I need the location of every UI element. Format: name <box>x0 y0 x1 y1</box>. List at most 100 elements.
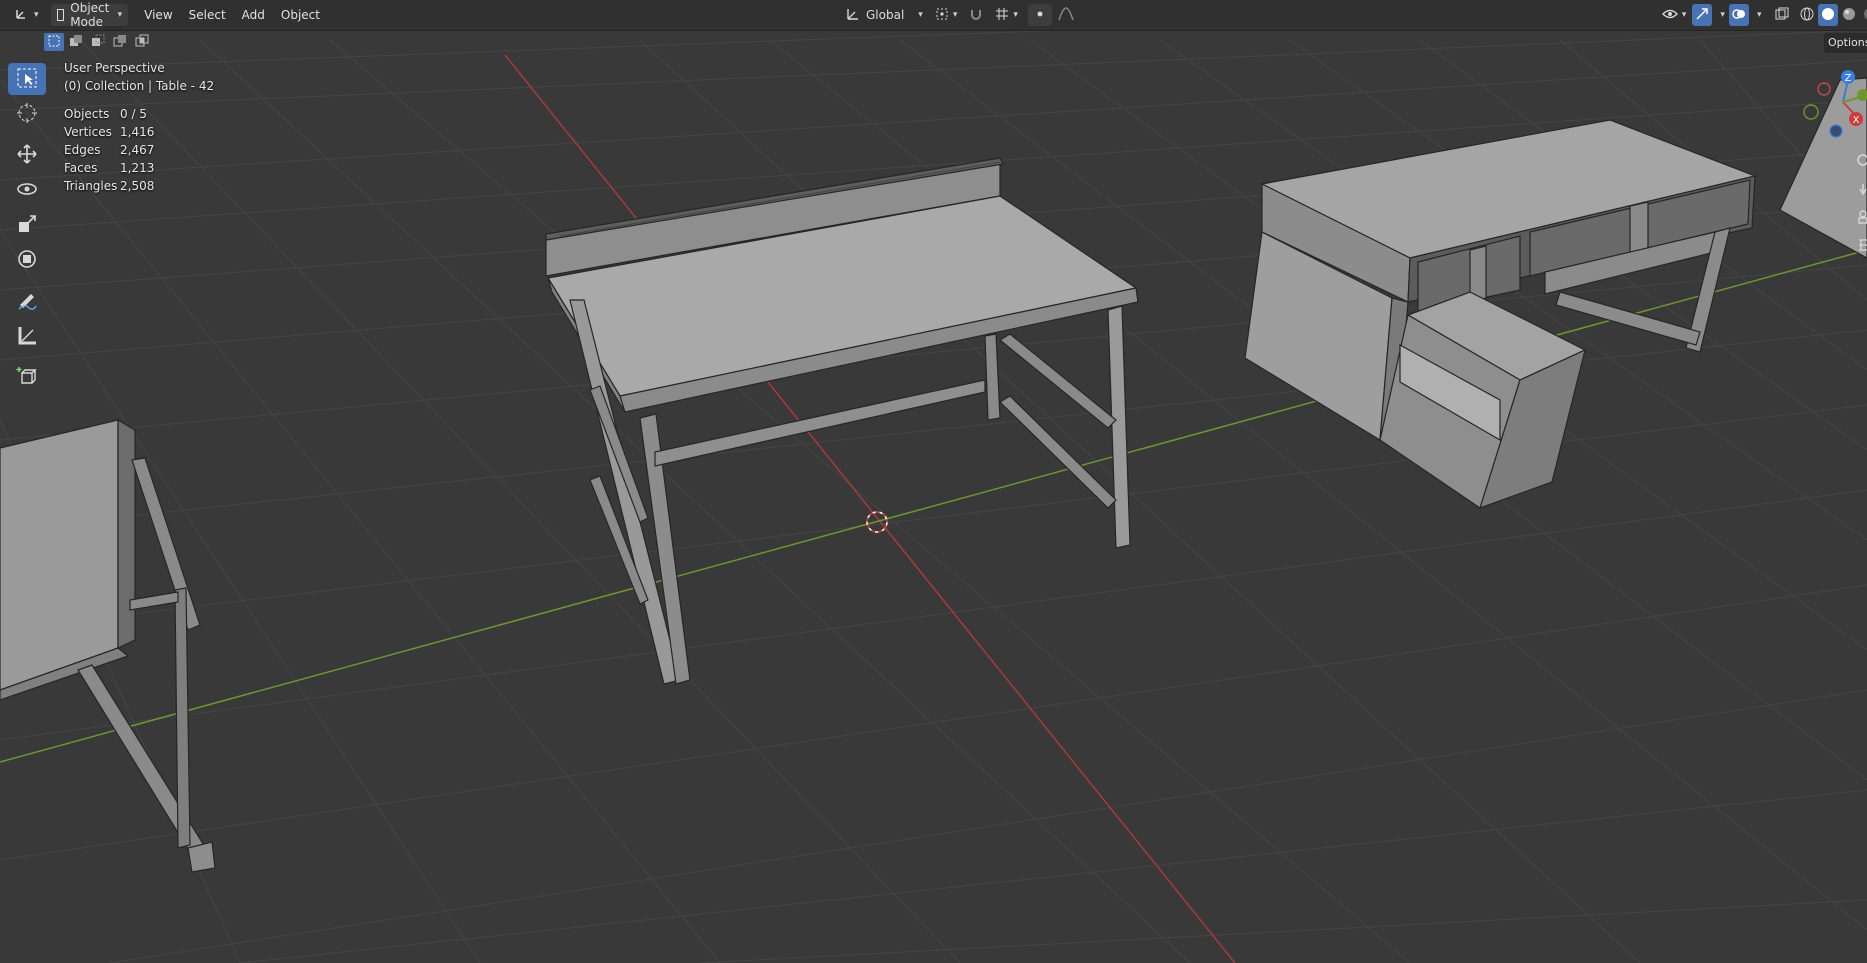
3d-viewport[interactable] <box>0 0 1867 963</box>
viewport-info-overlay: User Perspective (0) Collection | Table … <box>64 61 214 197</box>
grid-icon <box>1853 237 1867 256</box>
stat-label: Objects <box>64 107 110 121</box>
xray-icon <box>1775 7 1789 24</box>
stat-label: Triangles <box>64 179 118 193</box>
gizmo-dropdown[interactable]: ▾ <box>1712 4 1729 26</box>
overlays-toggle[interactable] <box>1728 4 1749 26</box>
stat-value: 0 / 5 <box>120 107 147 121</box>
stat-label: Vertices <box>64 125 112 139</box>
mode-dropdown[interactable]: Object Mode ▾ <box>50 1 129 29</box>
stat-row: Faces 1,213 <box>64 161 214 179</box>
navigation-controls <box>1846 148 1867 260</box>
transform-icon <box>16 248 38 273</box>
editor-type-icon <box>14 6 30 25</box>
tool-shelf <box>8 63 46 396</box>
select-extend-button[interactable] <box>66 33 86 51</box>
z-axis-label: Z <box>1845 73 1852 84</box>
cursor-tool[interactable] <box>8 98 46 130</box>
viewport-header: ▾ Object Mode ▾ View Select Add Object G… <box>0 0 1867 31</box>
snap-target-dropdown[interactable]: ▾ <box>989 4 1024 26</box>
wireframe-sphere-icon <box>1800 7 1814 24</box>
select-intersect-button[interactable] <box>132 33 152 51</box>
stat-value: 1,416 <box>120 125 155 139</box>
scene-statistics: Objects 0 / 5 Vertices 1,416 Edges 2,467 Fa… <box>64 107 214 197</box>
editor-type-button[interactable]: ▾ <box>8 4 45 26</box>
select-invert-icon <box>113 34 127 51</box>
transform-orientation-dropdown[interactable]: Global ▾ <box>840 4 929 26</box>
options-button[interactable]: Options <box>1824 33 1867 53</box>
measure-icon <box>16 324 38 349</box>
stat-row: Triangles 2,508 <box>64 179 214 197</box>
gizmo-toggle[interactable] <box>1692 4 1713 26</box>
rotate-tool[interactable] <box>8 174 46 206</box>
menu-add[interactable]: Add <box>234 4 273 26</box>
collection-info: (0) Collection | Table - 42 <box>64 79 215 93</box>
scale-tool[interactable] <box>8 209 46 241</box>
material-sphere-icon <box>1842 7 1856 24</box>
chevron-down-icon: ▾ <box>1013 10 1018 20</box>
select-subtract-icon <box>91 34 105 51</box>
camera-icon <box>1853 209 1867 228</box>
chevron-down-icon: ▾ <box>117 10 123 20</box>
mode-label: Object Mode <box>70 1 110 29</box>
transform-tool[interactable] <box>8 244 46 276</box>
select-new-button[interactable] <box>44 33 64 51</box>
falloff-dropdown[interactable] <box>1052 4 1080 26</box>
selection-mode-group <box>44 33 152 51</box>
chevron-down-icon: ▾ <box>952 10 958 20</box>
perspective-toggle-button[interactable] <box>1846 232 1867 260</box>
object-mode-icon <box>56 9 65 21</box>
select-subtract-button[interactable] <box>88 33 108 51</box>
pivot-point-dropdown[interactable]: ▾ <box>929 4 964 26</box>
move-tool[interactable] <box>8 139 46 171</box>
measure-tool[interactable] <box>8 320 46 352</box>
overlays-dropdown[interactable]: ▾ <box>1749 4 1766 26</box>
menu-select[interactable]: Select <box>181 4 234 26</box>
material-shading-button[interactable] <box>1839 4 1859 26</box>
pan-button[interactable] <box>1846 176 1867 204</box>
move-icon <box>16 143 38 168</box>
stat-row: Vertices 1,416 <box>64 125 214 143</box>
camera-view-button[interactable] <box>1846 204 1867 232</box>
add-cube-tool[interactable] <box>8 361 46 393</box>
menu-view[interactable]: View <box>136 4 180 26</box>
shading-mode-group <box>1797 4 1867 26</box>
overlays-icon <box>1732 7 1746 24</box>
snap-toggle[interactable] <box>963 4 989 26</box>
solid-shading-button[interactable] <box>1818 4 1839 26</box>
navigation-gizmo[interactable]: Z X <box>1775 62 1867 142</box>
select-invert-button[interactable] <box>110 33 130 51</box>
annotate-icon <box>16 289 38 314</box>
chevron-down-icon: ▾ <box>1681 10 1687 20</box>
chevron-down-icon: ▾ <box>918 10 923 20</box>
eye-icon <box>1661 7 1678 24</box>
stat-row: Edges 2,467 <box>64 143 214 161</box>
stat-value: 2,508 <box>120 179 155 193</box>
annotate-tool[interactable] <box>8 285 46 317</box>
stat-value: 2,467 <box>120 143 155 157</box>
magnet-icon <box>969 7 983 24</box>
stat-value: 1,213 <box>120 161 155 175</box>
select-intersect-icon <box>135 34 149 51</box>
rendered-sphere-icon <box>1863 7 1867 24</box>
rotate-icon <box>16 178 38 203</box>
menu-object[interactable]: Object <box>273 4 328 26</box>
gizmo-icon <box>1695 7 1709 24</box>
chevron-down-icon: ▾ <box>34 10 39 20</box>
cursor-icon <box>16 102 38 127</box>
select-extend-icon <box>69 34 83 51</box>
proportional-editing-toggle[interactable] <box>1027 4 1052 26</box>
hand-icon <box>1853 181 1867 200</box>
solid-sphere-icon <box>1821 7 1835 24</box>
falloff-curve-icon <box>1058 6 1074 24</box>
xray-toggle[interactable] <box>1771 4 1793 26</box>
proportional-icon <box>1034 8 1046 23</box>
select-box-tool[interactable] <box>8 63 46 95</box>
rendered-shading-button[interactable] <box>1860 4 1867 26</box>
zoom-button[interactable] <box>1846 148 1867 176</box>
add-cube-icon <box>16 365 38 390</box>
stat-label: Edges <box>64 143 101 157</box>
view-name: User Perspective <box>64 61 165 75</box>
visibility-dropdown[interactable]: ▾ <box>1656 4 1693 26</box>
wireframe-shading-button[interactable] <box>1797 4 1817 26</box>
